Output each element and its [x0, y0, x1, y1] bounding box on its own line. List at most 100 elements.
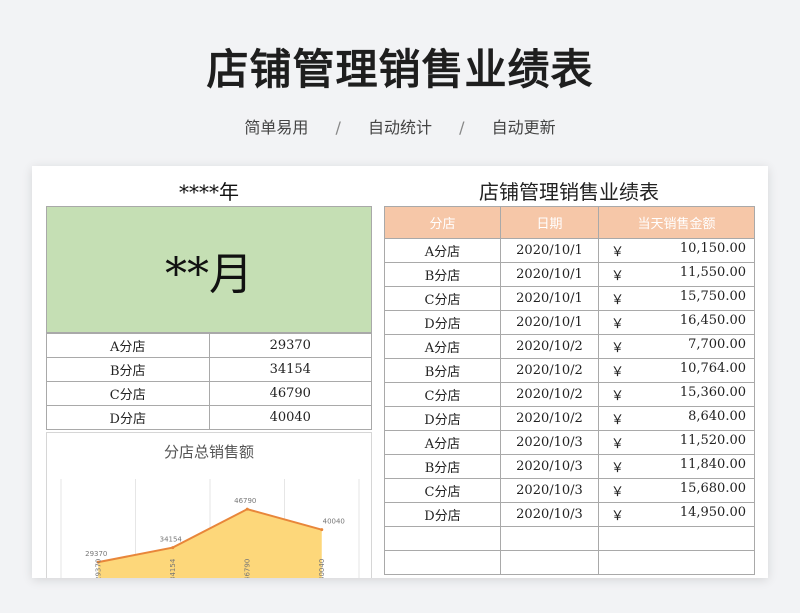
date-cell[interactable]: 2020/10/3	[500, 454, 599, 479]
amount-value: 16,450.00	[679, 313, 746, 328]
separator: /	[459, 118, 465, 137]
date-cell[interactable]: 2020/10/1	[500, 286, 599, 311]
amount-value: 14,950.00	[679, 505, 746, 520]
amount-cell[interactable]	[598, 526, 755, 551]
table-row: D分店 2020/10/2 ￥ 8,640.00	[384, 406, 755, 431]
table-row: C分店 2020/10/1 ￥ 15,750.00	[384, 286, 755, 311]
summary-store-cell[interactable]: A分店	[46, 333, 210, 358]
amount-value: 7,700.00	[688, 337, 746, 352]
amount-cell[interactable]: ￥ 8,640.00	[598, 406, 755, 431]
store-cell[interactable]	[384, 526, 501, 551]
amount-cell[interactable]: ￥ 15,680.00	[598, 478, 755, 503]
amount-value: 11,550.00	[679, 265, 746, 280]
summary-row: B分店 34154	[46, 357, 372, 382]
chart-data-label: 46790	[234, 497, 256, 505]
date-cell[interactable]: 2020/10/3	[500, 502, 599, 527]
amount-value: 11,840.00	[679, 457, 746, 472]
amount-value: 11,520.00	[679, 433, 746, 448]
store-cell[interactable]: C分店	[384, 382, 501, 407]
summary-total-cell[interactable]: 29370	[208, 333, 372, 358]
page-title: 店铺管理销售业绩表	[206, 45, 594, 94]
chart-data-label: 29370	[85, 550, 107, 558]
date-cell[interactable]: 2020/10/3	[500, 478, 599, 503]
currency-symbol: ￥	[611, 341, 625, 356]
store-cell[interactable]: A分店	[384, 430, 501, 455]
summary-total-cell[interactable]: 40040	[208, 405, 372, 430]
date-cell[interactable]: 2020/10/3	[500, 430, 599, 455]
year-label: ****年	[179, 180, 239, 204]
column-header-store[interactable]: 分店	[384, 206, 501, 239]
summary-store-cell[interactable]: C分店	[46, 381, 210, 406]
amount-value: 15,750.00	[679, 289, 746, 304]
month-cell[interactable]: **月	[46, 206, 372, 333]
table-row: D分店 2020/10/1 ￥ 16,450.00	[384, 310, 755, 335]
currency-symbol: ￥	[611, 269, 625, 284]
table-header-row: 分店 日期 当天销售金额	[384, 206, 755, 239]
amount-cell[interactable]: ￥ 11,520.00	[598, 430, 755, 455]
table-row	[384, 526, 755, 551]
table-row: A分店 2020/10/1 ￥ 10,150.00	[384, 238, 755, 263]
store-cell[interactable]: A分店	[384, 334, 501, 359]
store-cell[interactable]: B分店	[384, 358, 501, 383]
date-cell[interactable]: 2020/10/1	[500, 238, 599, 263]
amount-cell[interactable]: ￥ 11,550.00	[598, 262, 755, 287]
currency-symbol: ￥	[611, 509, 625, 524]
separator: /	[335, 118, 341, 137]
chart-point	[320, 528, 324, 532]
amount-value: 15,360.00	[679, 385, 746, 400]
table-row	[384, 550, 755, 575]
currency-symbol: ￥	[611, 389, 625, 404]
store-cell[interactable]: B分店	[384, 454, 501, 479]
amount-value: 10,764.00	[679, 361, 746, 376]
amount-cell[interactable]	[598, 550, 755, 575]
amount-cell[interactable]: ￥ 15,360.00	[598, 382, 755, 407]
amount-cell[interactable]: ￥ 16,450.00	[598, 310, 755, 335]
date-cell[interactable]: 2020/10/1	[500, 262, 599, 287]
table-row: B分店 2020/10/2 ￥ 10,764.00	[384, 358, 755, 383]
date-cell[interactable]: 2020/10/1	[500, 310, 599, 335]
table-row: A分店 2020/10/3 ￥ 11,520.00	[384, 430, 755, 455]
store-cell[interactable]: C分店	[384, 478, 501, 503]
summary-store-cell[interactable]: D分店	[46, 405, 210, 430]
date-cell[interactable]: 2020/10/2	[500, 406, 599, 431]
date-cell[interactable]	[500, 550, 599, 575]
summary-total-cell[interactable]: 34154	[208, 357, 372, 382]
amount-value: 15,680.00	[679, 481, 746, 496]
chart-point	[171, 546, 175, 550]
amount-cell[interactable]: ￥ 15,750.00	[598, 286, 755, 311]
summary-store-cell[interactable]: B分店	[46, 357, 210, 382]
store-cell[interactable]: D分店	[384, 310, 501, 335]
date-cell[interactable]	[500, 526, 599, 551]
chart-axis-label: 46790	[243, 559, 251, 578]
store-cell[interactable]: B分店	[384, 262, 501, 287]
store-cell[interactable]: C分店	[384, 286, 501, 311]
date-cell[interactable]: 2020/10/2	[500, 334, 599, 359]
date-cell[interactable]: 2020/10/2	[500, 382, 599, 407]
amount-cell[interactable]: ￥ 14,950.00	[598, 502, 755, 527]
store-cell[interactable]: A分店	[384, 238, 501, 263]
store-cell[interactable]: D分店	[384, 406, 501, 431]
column-header-amount[interactable]: 当天销售金额	[598, 206, 755, 239]
date-cell[interactable]: 2020/10/2	[500, 358, 599, 383]
detail-title: 店铺管理销售业绩表	[479, 180, 659, 204]
table-row: C分店 2020/10/2 ￥ 15,360.00	[384, 382, 755, 407]
daily-sales-table: 分店 日期 当天销售金额 A分店 2020/10/1 ￥ 10,150.00 B分店 20…	[384, 206, 755, 575]
store-cell[interactable]	[384, 550, 501, 575]
chart-point	[245, 507, 249, 511]
sales-chart[interactable]: 分店总销售额 29370 29370 34154 34154 46790 46790 400…	[46, 432, 372, 578]
currency-symbol: ￥	[611, 293, 625, 308]
amount-cell[interactable]: ￥ 10,150.00	[598, 238, 755, 263]
chart-plot: 2937029370 34154 34154 46790 46790 40040 40040	[60, 479, 360, 578]
amount-cell[interactable]: ￥ 10,764.00	[598, 358, 755, 383]
column-header-date[interactable]: 日期	[500, 206, 599, 239]
store-cell[interactable]: D分店	[384, 502, 501, 527]
amount-cell[interactable]: ￥ 11,840.00	[598, 454, 755, 479]
feature-auto-stats: 自动统计	[367, 118, 432, 137]
month-label: **月	[165, 248, 253, 300]
currency-symbol: ￥	[611, 485, 625, 500]
chart-data-label: 34154	[160, 536, 183, 544]
store-summary-table: A分店 29370 B分店 34154 C分店 46790 D分店 40040	[46, 333, 372, 430]
summary-total-cell[interactable]: 46790	[208, 381, 372, 406]
amount-cell[interactable]: ￥ 7,700.00	[598, 334, 755, 359]
currency-symbol: ￥	[611, 437, 625, 452]
